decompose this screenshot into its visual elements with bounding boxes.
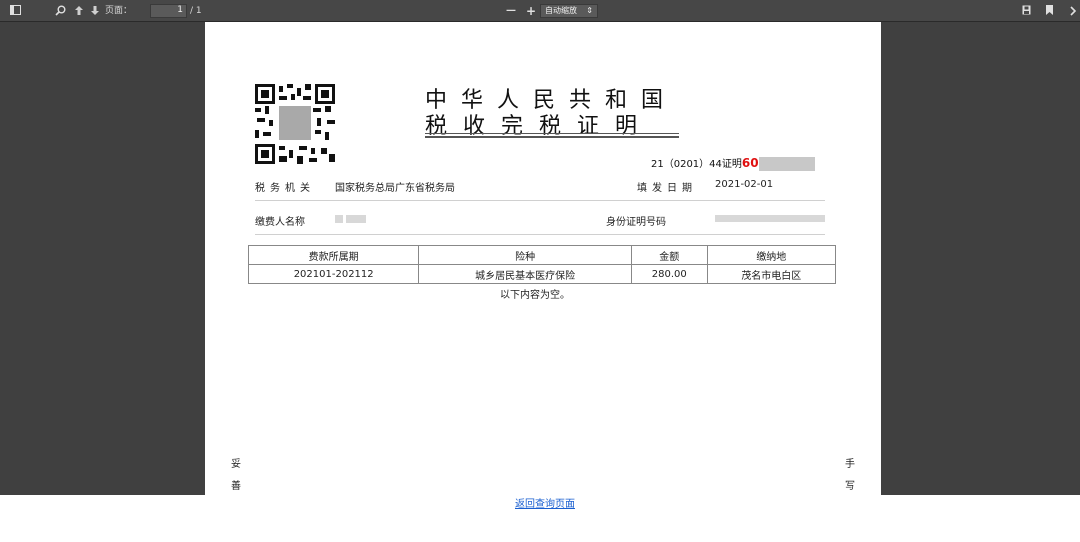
- zoom-in-button[interactable]: +: [526, 0, 536, 22]
- payer-name-redacted: [335, 213, 367, 224]
- search-icon[interactable]: [55, 0, 66, 22]
- zoom-select-value: 自动缩放: [545, 6, 577, 15]
- column-header: 金额: [630, 245, 708, 265]
- zoom-caret-icon: ⇕: [586, 6, 593, 15]
- previous-page-icon[interactable]: [74, 0, 84, 22]
- id-number-label: 身份证明号码: [606, 217, 666, 228]
- title-underline: [425, 133, 679, 134]
- bookmark-icon[interactable]: [1046, 0, 1054, 22]
- sidebar-toggle-icon[interactable]: [10, 0, 22, 22]
- page-total: / 1: [190, 6, 202, 16]
- side-text-left: 妥: [231, 459, 241, 470]
- document-page: 中华人民共和国 税收完税证明 21（0201）44证明60 税务机关 国家税务总…: [205, 22, 881, 495]
- zoom-out-button[interactable]: —: [506, 0, 516, 22]
- divider: [255, 200, 825, 201]
- side-text-right: 写: [845, 481, 855, 492]
- table-cell-amount: 280.00: [630, 264, 708, 284]
- viewer-toolbar: 页面： 1 / 1 — + 自动缩放 ⇕: [0, 0, 1080, 22]
- pdf-viewer: 页面： 1 / 1 — + 自动缩放 ⇕ 中华人民共和国 税收完税证明 21（0…: [0, 0, 1080, 495]
- column-header: 费款所属期: [247, 245, 420, 265]
- issue-date-label: 填发日期: [637, 183, 697, 194]
- tax-authority-value: 国家税务总局广东省税务局: [335, 183, 455, 194]
- table-row: 202101-202112 城乡居民基本医疗保险 280.00 茂名市电白区: [247, 264, 837, 284]
- side-text-right: 手: [845, 459, 855, 470]
- certificate-number-red: 60: [741, 156, 759, 170]
- title-underline-thick: [425, 136, 679, 138]
- table-cell-location: 茂名市电白区: [706, 264, 837, 284]
- side-text-left: 善: [231, 481, 241, 492]
- column-header: 险种: [418, 245, 632, 265]
- qr-code-icon: [255, 84, 335, 164]
- back-to-query-link[interactable]: 返回查询页面: [515, 495, 575, 510]
- table-header-row: 费款所属期 险种 金额 缴纳地: [247, 245, 837, 265]
- divider: [255, 234, 825, 235]
- zoom-select[interactable]: 自动缩放 ⇕: [540, 4, 598, 18]
- download-icon[interactable]: [1022, 0, 1032, 22]
- tax-authority-label: 税务机关: [255, 183, 315, 194]
- column-header: 缴纳地: [706, 245, 837, 265]
- payment-table: 费款所属期 险种 金额 缴纳地 202101-202112 城乡居民基本医疗保险…: [247, 245, 837, 284]
- id-number-redacted: [715, 213, 825, 224]
- page-number-input[interactable]: 1: [150, 4, 187, 18]
- empty-note: 以下内容为空。: [500, 290, 570, 301]
- page-label: 页面：: [105, 6, 133, 16]
- certificate-number-prefix: 21（0201）44证明: [651, 159, 742, 170]
- payer-name-label: 缴费人名称: [255, 217, 305, 228]
- table-cell-insurance-type: 城乡居民基本医疗保险: [418, 264, 632, 284]
- more-tools-icon[interactable]: [1070, 0, 1080, 22]
- issue-date-value: 2021-02-01: [715, 179, 774, 190]
- certificate-number: 21（0201）44证明60: [651, 155, 815, 171]
- redacted-block: [758, 157, 815, 171]
- table-cell-period: 202101-202112: [247, 264, 420, 284]
- next-page-icon[interactable]: [90, 0, 100, 22]
